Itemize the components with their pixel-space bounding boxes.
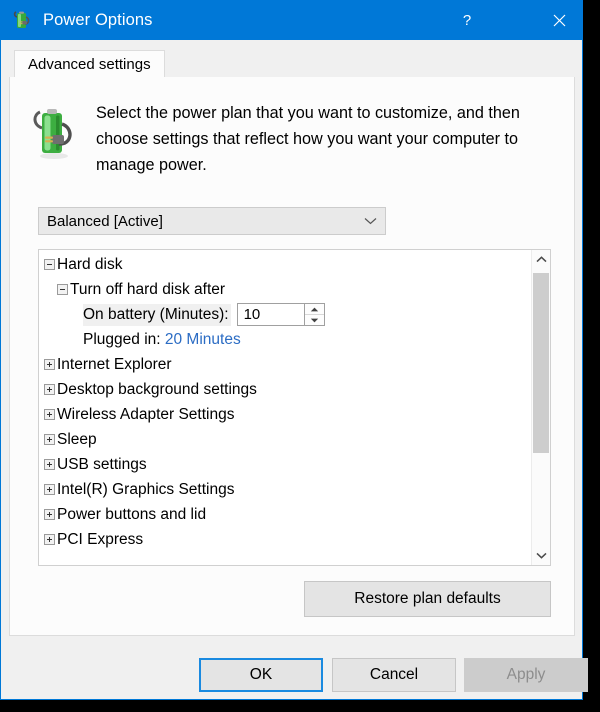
tree-item-label: Sleep [57, 430, 97, 448]
tree-item-turn-off-hard-disk-after[interactable]: Turn off hard disk after [39, 277, 530, 302]
expand-icon[interactable] [44, 484, 55, 495]
restore-button-label: Restore plan defaults [354, 590, 501, 607]
stepper-down-button[interactable] [304, 314, 324, 325]
cancel-button[interactable]: Cancel [332, 658, 456, 692]
expand-icon[interactable] [44, 459, 55, 470]
tree-item-intel-graphics-settings[interactable]: Intel(R) Graphics Settings [39, 477, 530, 502]
power-options-dialog: Power Options ? Advanced settings Select… [0, 0, 588, 700]
tree-item-label: Intel(R) Graphics Settings [57, 480, 235, 498]
tree-item-label: Hard disk [57, 255, 123, 273]
expand-icon[interactable] [44, 409, 55, 420]
on-battery-input[interactable]: 10 [236, 303, 305, 326]
collapse-icon[interactable] [44, 259, 55, 270]
tree-item-desktop-background-settings[interactable]: Desktop background settings [39, 377, 530, 402]
battery-plug-icon [32, 104, 78, 162]
close-button[interactable] [536, 0, 582, 40]
tree-item-hard-disk[interactable]: Hard disk [39, 252, 530, 277]
tree-item-sleep[interactable]: Sleep [39, 427, 530, 452]
tree-item-wireless-adapter-settings[interactable]: Wireless Adapter Settings [39, 402, 530, 427]
tab-label: Advanced settings [28, 56, 151, 73]
dialog-description: Select the power plan that you want to c… [96, 104, 520, 174]
tree-item-label: USB settings [57, 455, 147, 473]
plugged-in-label: Plugged in: [83, 330, 161, 348]
restore-plan-defaults-button[interactable]: Restore plan defaults [304, 581, 551, 617]
tab-strip: Advanced settings [9, 48, 575, 79]
close-icon [553, 14, 565, 26]
expand-icon[interactable] [44, 384, 55, 395]
scroll-down-button[interactable] [532, 546, 550, 565]
collapse-icon[interactable] [57, 284, 68, 295]
window-title: Power Options [43, 10, 153, 29]
title-bar: Power Options ? [1, 0, 582, 40]
tree-item-usb-settings[interactable]: USB settings [39, 452, 530, 477]
tree-item-pci-express[interactable]: PCI Express [39, 527, 530, 552]
tree-item-label: Wireless Adapter Settings [57, 405, 235, 423]
on-battery-label: On battery (Minutes): [83, 303, 231, 326]
expand-icon[interactable] [44, 534, 55, 545]
advanced-settings-tree[interactable]: Hard disk Turn off hard disk after On ba… [38, 249, 551, 566]
apply-button: Apply [464, 658, 588, 692]
stepper-up-button[interactable] [305, 304, 324, 314]
scroll-up-button[interactable] [532, 250, 550, 269]
tree-item-label: Turn off hard disk after [70, 280, 226, 298]
ok-button-label: OK [249, 666, 273, 683]
chevron-down-icon [364, 218, 377, 225]
tab-panel-advanced-settings: Select the power plan that you want to c… [9, 77, 575, 636]
cancel-button-label: Cancel [369, 666, 419, 683]
ok-button[interactable]: OK [199, 658, 323, 692]
tree-item-label: Desktop background settings [57, 380, 257, 398]
help-button[interactable]: ? [444, 0, 490, 40]
tab-advanced-settings[interactable]: Advanced settings [14, 50, 165, 79]
help-icon: ? [462, 11, 472, 29]
triangle-down-icon [310, 318, 318, 322]
power-plan-select[interactable]: Balanced [Active] [38, 207, 386, 235]
header-section: Select the power plan that you want to c… [32, 100, 552, 178]
dialog-footer: OK Cancel Apply [1, 640, 588, 698]
expand-icon[interactable] [44, 434, 55, 445]
tree-item-power-buttons-and-lid[interactable]: Power buttons and lid [39, 502, 530, 527]
expand-icon[interactable] [44, 509, 55, 520]
chevron-up-icon [535, 256, 547, 263]
scrollbar-thumb[interactable] [533, 273, 549, 453]
apply-button-label: Apply [506, 666, 546, 683]
chevron-down-icon [535, 552, 547, 559]
tree-item-label: Internet Explorer [57, 355, 172, 373]
tree-item-label: PCI Express [57, 530, 144, 548]
on-battery-stepper[interactable]: 10 [236, 303, 325, 326]
tree-scrollbar[interactable] [531, 250, 550, 565]
power-plan-select-value: Balanced [Active] [47, 212, 163, 230]
tree-item-plugged-in[interactable]: Plugged in: 20 Minutes [39, 327, 530, 352]
tree-item-internet-explorer[interactable]: Internet Explorer [39, 352, 530, 377]
power-plan-battery-icon [12, 9, 34, 31]
expand-icon[interactable] [44, 359, 55, 370]
tree-item-on-battery[interactable]: On battery (Minutes): 10 [39, 302, 530, 327]
plugged-in-value[interactable]: 20 Minutes [165, 331, 241, 349]
triangle-up-icon [310, 307, 318, 311]
tree-item-label: Power buttons and lid [57, 505, 207, 523]
